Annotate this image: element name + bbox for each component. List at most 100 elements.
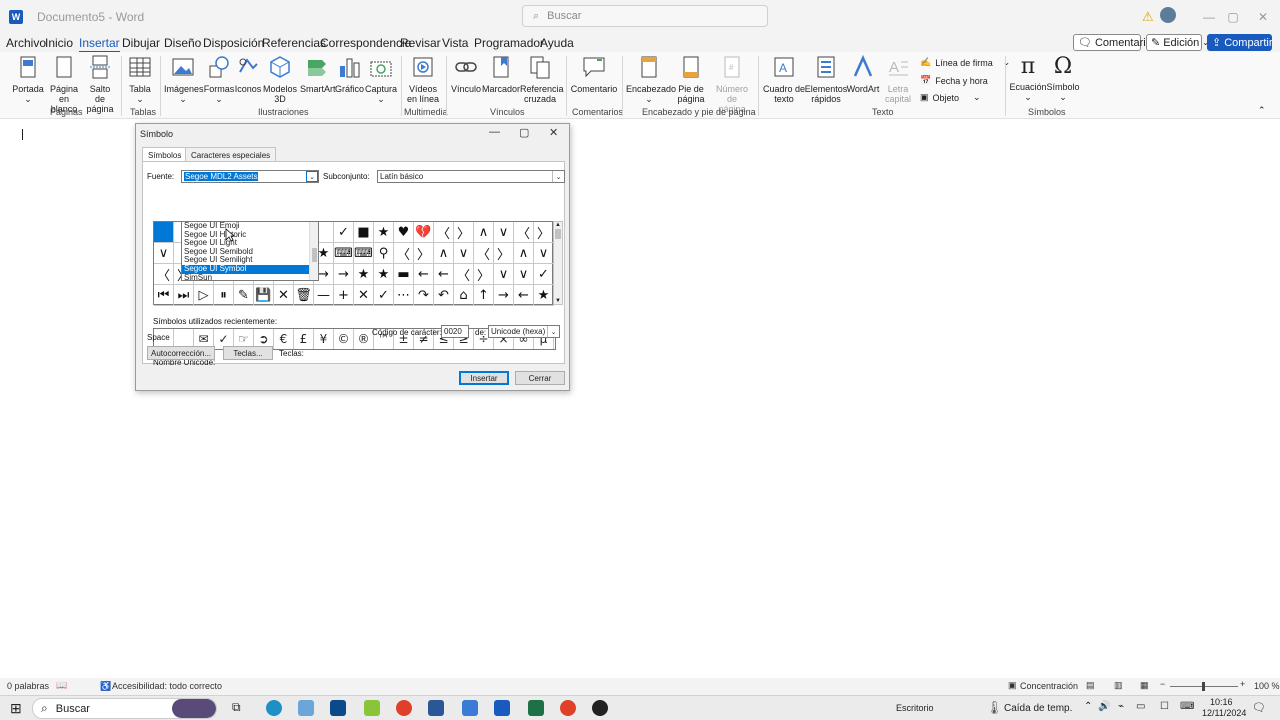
word-count[interactable]: 0 palabras bbox=[7, 681, 49, 691]
avatar[interactable] bbox=[1160, 7, 1176, 23]
symbol-cell[interactable]: ♥ bbox=[394, 222, 414, 243]
font-list-scrollbar[interactable] bbox=[309, 222, 318, 280]
symbol-cell[interactable]: 〈 bbox=[514, 222, 534, 243]
symbol-cell[interactable]: ★ bbox=[354, 264, 374, 285]
text-box-button[interactable]: A Cuadro de texto bbox=[762, 54, 806, 104]
paint-icon[interactable] bbox=[298, 700, 314, 716]
warning-icon[interactable]: ⚠ bbox=[1142, 9, 1154, 25]
page-break-button[interactable]: Salto de página bbox=[84, 54, 116, 114]
network-icon[interactable]: ⌁ bbox=[1118, 701, 1124, 712]
cover-page-button[interactable]: Portada ⌄ bbox=[12, 54, 44, 104]
zoom-out-icon[interactable]: − bbox=[1160, 679, 1165, 689]
close-window-button[interactable]: ✕ bbox=[1240, 0, 1280, 33]
link-button[interactable]: Vínculo bbox=[450, 54, 482, 94]
symbol-cell[interactable]: ✕ bbox=[354, 285, 374, 306]
symbol-cell[interactable]: ∨ bbox=[494, 264, 514, 285]
date-time-button[interactable]: 📅 Fecha y hora bbox=[920, 75, 988, 86]
symbol-cell[interactable]: ∧ bbox=[474, 222, 494, 243]
screenshot-button[interactable]: Captura ⌄ bbox=[364, 54, 398, 104]
symbol-cell[interactable]: ⌂ bbox=[454, 285, 474, 306]
tab-inicio[interactable]: Inicio bbox=[45, 36, 73, 50]
recent-symbol-cell[interactable]: € bbox=[274, 329, 294, 349]
symbol-cell[interactable]: + bbox=[334, 285, 354, 306]
object-button[interactable]: ▣ Objeto ⌄ bbox=[920, 92, 981, 103]
symbol-cell[interactable]: 〈 bbox=[154, 264, 174, 285]
print-layout-icon[interactable]: ▥ bbox=[1114, 680, 1123, 691]
symbol-cell[interactable]: ▬ bbox=[394, 264, 414, 285]
comments-button[interactable]: 🗨 Comentarios bbox=[1073, 34, 1157, 51]
symbol-cell[interactable]: ★ bbox=[374, 264, 394, 285]
symbol-cell[interactable]: ⌨ bbox=[354, 243, 374, 264]
symbol-button[interactable]: Ω Símbolo ⌄ bbox=[1046, 54, 1080, 102]
share-button[interactable]: ⇪ Compartir bbox=[1207, 34, 1273, 51]
notepad-icon[interactable] bbox=[364, 700, 380, 716]
symbol-cell[interactable]: ∧ bbox=[434, 243, 454, 264]
symbol-cell[interactable]: ∨ bbox=[534, 243, 554, 264]
font-combo[interactable]: Segoe MDL2 Assets ⌄ bbox=[181, 170, 319, 183]
symbol-cell[interactable]: 〉 bbox=[494, 243, 514, 264]
tab-revisar[interactable]: Revisar bbox=[400, 36, 441, 50]
symbol-cell[interactable]: → bbox=[494, 285, 514, 306]
focus-mode[interactable]: Concentración bbox=[1020, 681, 1078, 691]
symbol-cell[interactable]: 〉 bbox=[414, 243, 434, 264]
tab-disposicion[interactable]: Disposición bbox=[203, 36, 264, 50]
tab-referencias[interactable]: Referencias bbox=[262, 36, 326, 50]
tab-diseno[interactable]: Diseño bbox=[164, 36, 201, 50]
chevron-up-icon[interactable]: ⌃ bbox=[1084, 701, 1092, 712]
symbol-cell[interactable]: ✎ bbox=[234, 285, 254, 306]
keyboard-icon[interactable]: ⌨ bbox=[1180, 701, 1194, 712]
files-icon[interactable] bbox=[462, 700, 478, 716]
chrome-profile-icon[interactable] bbox=[560, 700, 576, 716]
symbol-cell[interactable]: ↑ bbox=[474, 285, 494, 306]
close-button[interactable]: Cerrar bbox=[515, 371, 565, 385]
chevron-down-icon[interactable]: ⌄ bbox=[552, 171, 564, 182]
symbol-cell[interactable]: 🗑 bbox=[294, 285, 314, 306]
symbol-cell[interactable]: → bbox=[334, 264, 354, 285]
icons-button[interactable]: Iconos bbox=[234, 54, 262, 94]
blank-page-button[interactable]: Página en blanco bbox=[46, 54, 82, 114]
zoom-in-icon[interactable]: + bbox=[1240, 679, 1245, 689]
tab-dibujar[interactable]: Dibujar bbox=[122, 36, 160, 50]
title-search-box[interactable]: ⌕ Buscar bbox=[522, 5, 768, 27]
symbol-cell[interactable]: ↷ bbox=[414, 285, 434, 306]
symbol-cell[interactable]: ✓ bbox=[374, 285, 394, 306]
symbol-cell[interactable]: ∨ bbox=[154, 243, 174, 264]
symbol-cell[interactable]: ← bbox=[414, 264, 434, 285]
symbol-cell[interactable]: 〉 bbox=[534, 222, 554, 243]
symbol-cell[interactable]: ★ bbox=[534, 285, 554, 306]
symbol-cell[interactable]: ∧ bbox=[514, 243, 534, 264]
tab-ayuda[interactable]: Ayuda bbox=[540, 36, 574, 50]
recent-symbol-cell[interactable]: ¥ bbox=[314, 329, 334, 349]
symbol-cell[interactable]: ⏸ bbox=[214, 285, 234, 306]
font-dropdown-list[interactable]: Segoe UI Emoji Segoe UI Historic Segoe UI … bbox=[181, 221, 319, 281]
store-icon[interactable] bbox=[330, 700, 346, 716]
tab-vista[interactable]: Vista bbox=[442, 36, 468, 50]
subset-combo[interactable]: Latín básico ⌄ bbox=[377, 170, 565, 183]
desktop-label[interactable]: Escritorio bbox=[896, 703, 934, 713]
speaker-icon[interactable]: 🔊 bbox=[1098, 701, 1110, 712]
symbol-cell[interactable]: ∨ bbox=[514, 264, 534, 285]
tab-insertar[interactable]: Insertar bbox=[79, 36, 120, 53]
signature-line-button[interactable]: ✍ Línea de firma ⌄ bbox=[920, 57, 1010, 68]
new-comment-button[interactable]: Comentario bbox=[570, 54, 618, 94]
online-video-button[interactable]: Vídeos en línea bbox=[405, 54, 441, 104]
symbol-cell[interactable]: ⋯ bbox=[394, 285, 414, 306]
from-combo[interactable]: Unicode (hexa) ⌄ bbox=[488, 325, 560, 338]
tab-correspondencia[interactable]: Correspondencia bbox=[320, 36, 411, 50]
drop-cap-button[interactable]: A Letra capital bbox=[882, 54, 914, 104]
symbol-cell[interactable]: ✓ bbox=[334, 222, 354, 243]
autocorrect-button[interactable]: Autocorrección... bbox=[147, 346, 215, 360]
web-layout-icon[interactable]: ▦ bbox=[1140, 680, 1149, 691]
read-mode-icon[interactable]: ▤ bbox=[1086, 680, 1095, 691]
symbol-cell[interactable]: 〈 bbox=[454, 264, 474, 285]
tab-programador[interactable]: Programador bbox=[474, 36, 544, 50]
chevron-down-icon[interactable]: ⌄ bbox=[306, 171, 318, 182]
table-button[interactable]: Tabla ⌄ bbox=[126, 54, 154, 104]
dialog-close-button[interactable]: ✕ bbox=[549, 126, 558, 139]
images-button[interactable]: Imágenes ⌄ bbox=[164, 54, 204, 104]
recent-symbol-cell[interactable]: © bbox=[334, 329, 354, 349]
dialog-minimize-button[interactable]: — bbox=[489, 126, 500, 138]
excel-icon[interactable] bbox=[528, 700, 544, 716]
charcode-input[interactable]: 0020 bbox=[441, 325, 469, 338]
collapse-ribbon-icon[interactable]: ⌃ bbox=[1258, 105, 1266, 116]
